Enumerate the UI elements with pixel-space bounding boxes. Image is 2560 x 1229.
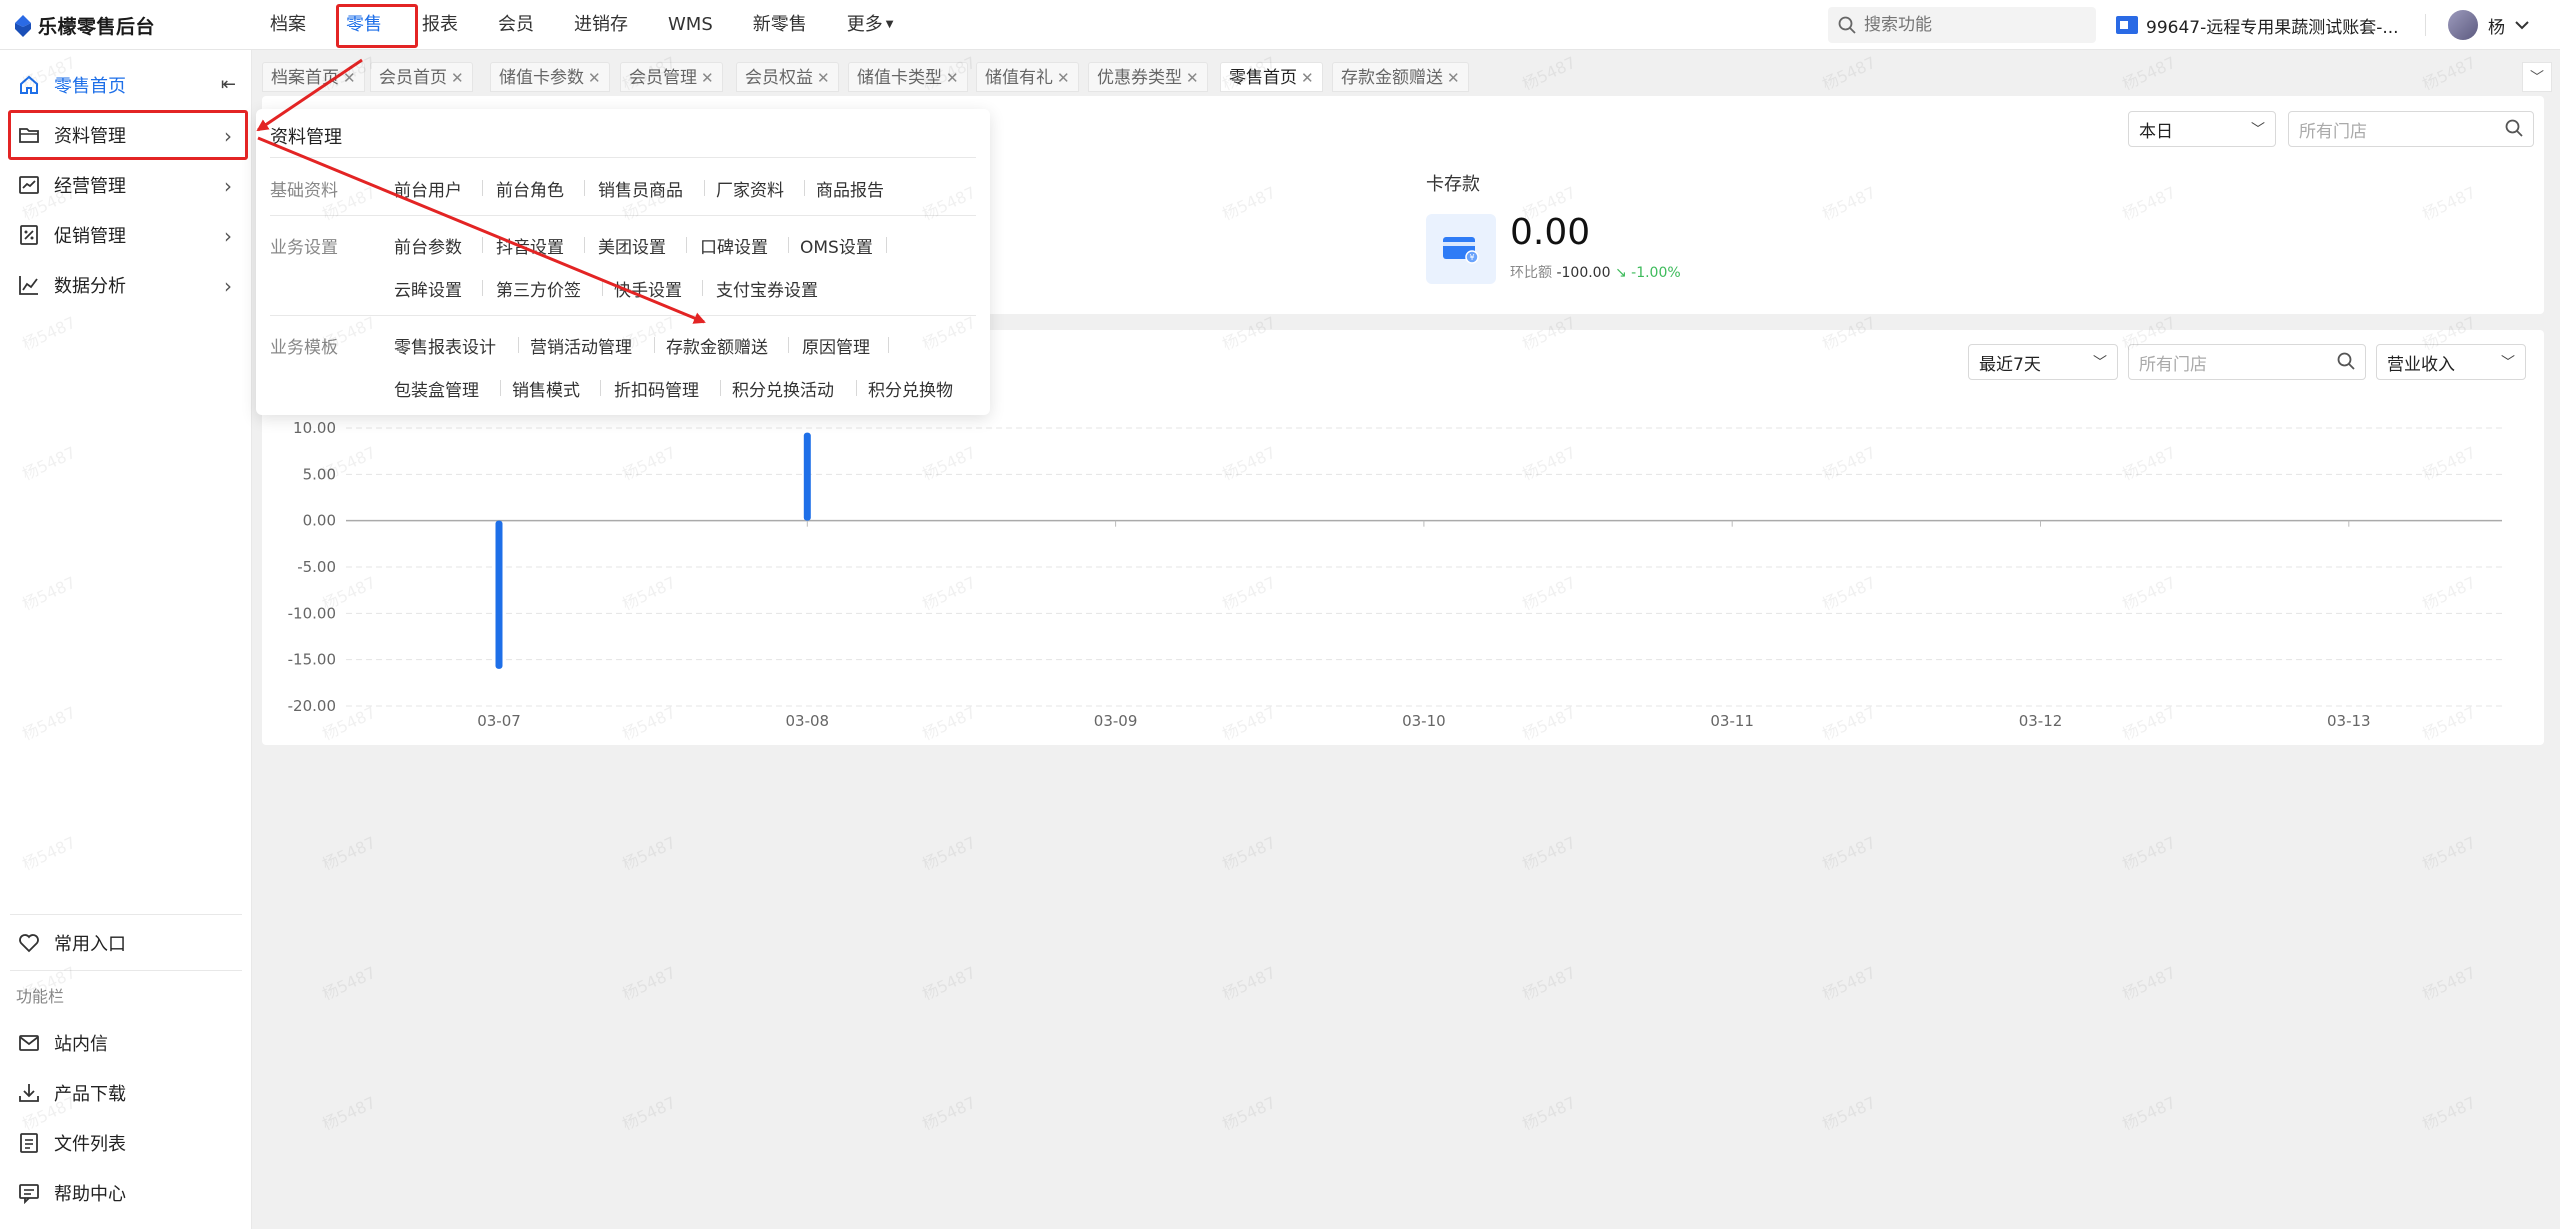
- annotation-arrow: [257, 136, 706, 324]
- annotation-arrows: [256, 58, 706, 324]
